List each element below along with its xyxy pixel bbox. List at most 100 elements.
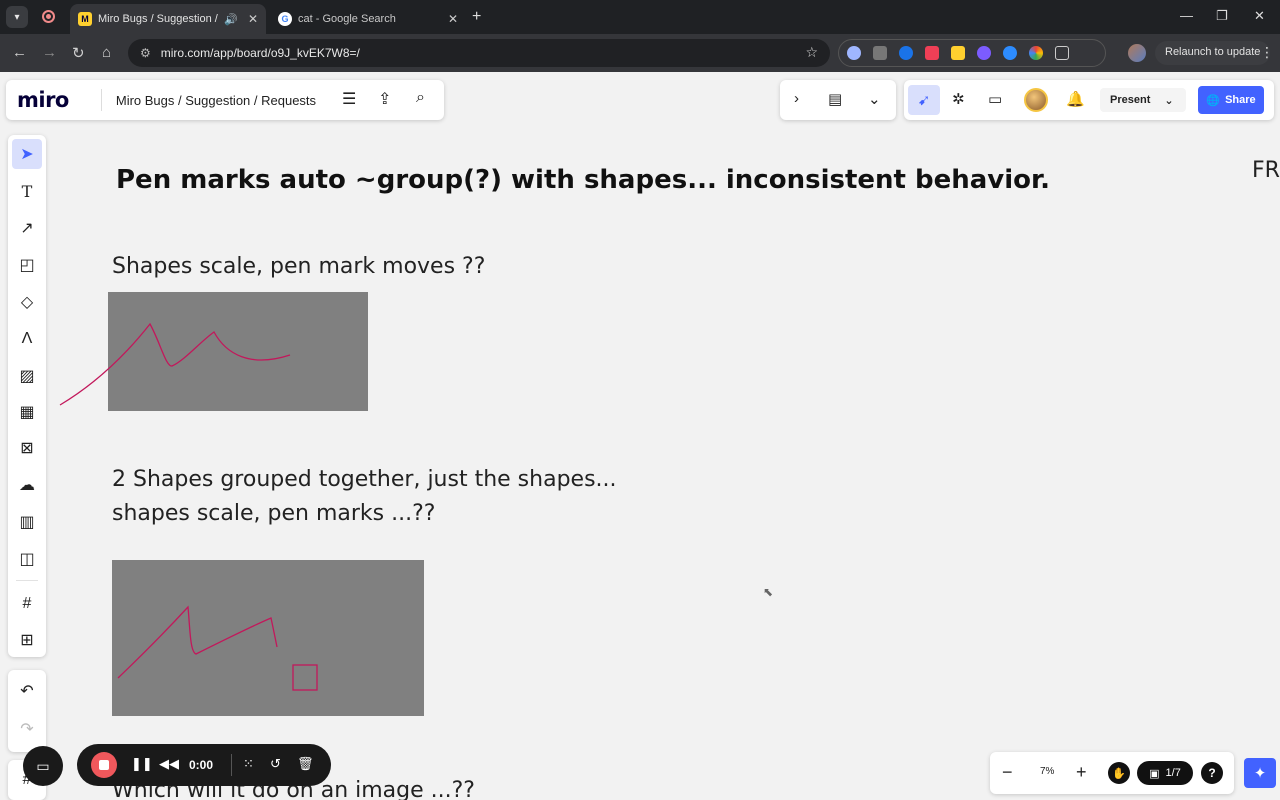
zoom-controls-panel: − 7% + ✋ ▣ 1/7 ? bbox=[990, 752, 1234, 794]
extension-6-icon[interactable] bbox=[977, 46, 991, 60]
color-extension-icon[interactable] bbox=[1029, 46, 1043, 60]
new-tab-button[interactable]: + bbox=[472, 8, 481, 26]
main-menu-icon[interactable]: ☰ bbox=[342, 89, 356, 109]
board-header-panel: miro Miro Bugs / Suggestion / Requests ☰… bbox=[6, 80, 444, 120]
tab-miro-board[interactable]: M Miro Bugs / Suggestion / Requests 🔊 ✕ bbox=[70, 4, 266, 34]
google-favicon-icon: G bbox=[278, 12, 292, 26]
screen-recorder-bar: ❚❚ ◀◀ 0:00 ⁙ ↺ 🗑 bbox=[77, 744, 331, 786]
zoom-level[interactable]: 7% bbox=[1040, 766, 1054, 777]
extension-2-icon[interactable] bbox=[873, 46, 887, 60]
miro-favicon-icon: M bbox=[78, 12, 92, 26]
frame-tool-icon[interactable]: # bbox=[12, 589, 42, 619]
restore-icon[interactable]: ❐ bbox=[1216, 8, 1228, 24]
shapes-icon[interactable]: ◇ bbox=[12, 287, 42, 317]
frame-x-icon[interactable]: ⊠ bbox=[12, 433, 42, 463]
camera-toggle-button[interactable]: ▭ bbox=[23, 746, 63, 786]
trash-icon[interactable]: 🗑 bbox=[297, 756, 314, 772]
profile-avatar[interactable] bbox=[1128, 44, 1146, 62]
pause-icon[interactable]: ❚❚ bbox=[131, 756, 153, 772]
gift-icon: ▣ bbox=[1149, 767, 1160, 780]
browser-address-bar: ← → ↻ ⌂ ⚙ miro.com/app/board/o9J_kvEK7W8… bbox=[0, 34, 1280, 72]
pages-count: 1/7 bbox=[1165, 767, 1181, 779]
close-tab-icon[interactable]: ✕ bbox=[448, 12, 458, 26]
site-info-icon[interactable]: ⚙ bbox=[140, 46, 151, 60]
ai-assistant-sparkle-icon[interactable]: ✦ bbox=[1244, 758, 1276, 788]
restart-icon[interactable]: ↺ bbox=[270, 756, 281, 772]
undo-icon[interactable]: ↶ bbox=[12, 676, 42, 706]
pocket-icon[interactable] bbox=[925, 46, 939, 60]
sticky-note-icon[interactable]: ◰ bbox=[12, 250, 42, 280]
notes-icon[interactable]: ▤ bbox=[828, 90, 842, 108]
miro-board-canvas[interactable]: Pen marks auto ~group(?) with shapes... … bbox=[0, 72, 1280, 800]
table-icon[interactable]: ▦ bbox=[12, 397, 42, 427]
hand-pan-icon[interactable]: ✋ bbox=[1108, 762, 1130, 784]
chevron-right-icon[interactable]: › bbox=[794, 90, 799, 107]
pen-mark-2[interactable] bbox=[117, 605, 278, 679]
relaunch-button[interactable]: Relaunch to update bbox=[1155, 41, 1271, 65]
upload-image-icon[interactable]: ▨ bbox=[12, 361, 42, 391]
templates-icon[interactable]: ◫ bbox=[12, 544, 42, 574]
search-icon[interactable]: ⌕ bbox=[416, 89, 425, 107]
share-button[interactable]: 🌐 Share bbox=[1198, 86, 1264, 114]
bookmark-star-icon[interactable]: ☆ bbox=[805, 44, 818, 61]
redo-icon[interactable]: ↷ bbox=[12, 714, 42, 744]
back-icon[interactable]: ← bbox=[12, 44, 27, 61]
export-upload-icon[interactable]: ⇪ bbox=[378, 89, 391, 109]
mind-map-icon[interactable]: ☁ bbox=[12, 470, 42, 500]
url-input[interactable]: ⚙ miro.com/app/board/o9J_kvEK7W8=/ ☆ bbox=[128, 39, 830, 67]
pen-tool-icon[interactable]: Λ bbox=[12, 324, 42, 354]
close-window-icon[interactable]: ✕ bbox=[1254, 8, 1265, 24]
globe-icon: 🌐 bbox=[1206, 94, 1221, 107]
reactions-icon[interactable]: ✲ bbox=[952, 90, 965, 108]
help-button[interactable]: ? bbox=[1201, 762, 1223, 784]
minimize-icon[interactable]: — bbox=[1180, 8, 1193, 23]
select-tool-icon[interactable]: ➤ bbox=[12, 139, 42, 169]
text-tool-icon[interactable]: T bbox=[12, 176, 42, 206]
recording-indicator-icon bbox=[42, 10, 55, 23]
home-icon[interactable]: ⌂ bbox=[102, 44, 111, 61]
zoom-out-icon[interactable]: − bbox=[1002, 762, 1013, 783]
tab-search-menu-button[interactable]: ▾ bbox=[6, 6, 28, 28]
double-chevron-down-icon[interactable]: ⌄ bbox=[868, 90, 881, 108]
pen-mark-1[interactable] bbox=[59, 322, 291, 406]
pen-marks-layer bbox=[59, 322, 318, 691]
close-tab-icon[interactable]: ✕ bbox=[248, 12, 258, 26]
stop-recording-button[interactable] bbox=[91, 752, 117, 778]
extension-1-icon[interactable] bbox=[847, 46, 861, 60]
zoom-in-icon[interactable]: + bbox=[1076, 762, 1087, 783]
mouse-cursor-icon: ⬉ bbox=[763, 585, 774, 599]
recorder-divider bbox=[231, 754, 232, 776]
header-divider bbox=[100, 89, 102, 111]
comments-icon[interactable]: ▭ bbox=[988, 90, 1002, 108]
speaker-icon[interactable]: 🔊 bbox=[224, 13, 238, 26]
pages-button[interactable]: ▣ 1/7 bbox=[1137, 761, 1193, 785]
browser-menu-icon[interactable]: ⋮ bbox=[1260, 44, 1274, 61]
kanban-icon[interactable]: ▥ bbox=[12, 507, 42, 537]
extensions-puzzle-icon[interactable] bbox=[1055, 46, 1069, 60]
zoom-extension-icon[interactable] bbox=[1003, 46, 1017, 60]
collaboration-panel: ➹ ✲ ▭ 🔔 Present ⌄ 🌐 Share bbox=[904, 80, 1274, 120]
rewind-icon[interactable]: ◀◀ bbox=[159, 756, 179, 772]
tab-title: cat - Google Search bbox=[298, 13, 396, 25]
toolbar-divider bbox=[16, 580, 38, 581]
grid-icon[interactable]: ⁙ bbox=[243, 756, 254, 772]
select-cursor-icon[interactable]: ➹ bbox=[908, 85, 940, 115]
reload-icon[interactable]: ↻ bbox=[72, 44, 85, 62]
connection-line-icon[interactable]: ↗ bbox=[12, 213, 42, 243]
notifications-bell-icon[interactable]: 🔔 bbox=[1066, 90, 1085, 108]
present-button[interactable]: Present ⌄ bbox=[1100, 88, 1186, 112]
extension-3-icon[interactable] bbox=[899, 46, 913, 60]
user-avatar[interactable] bbox=[1024, 88, 1048, 112]
recording-timer: 0:00 bbox=[189, 758, 214, 772]
creation-toolbar: ➤ T ↗ ◰ ◇ Λ ▨ ▦ ⊠ ☁ ▥ ◫ # ⊞ bbox=[8, 135, 46, 657]
miro-logo[interactable]: miro bbox=[17, 88, 69, 112]
tab-google-search[interactable]: G cat - Google Search ✕ bbox=[270, 4, 466, 34]
tab-title: Miro Bugs / Suggestion / Requests bbox=[98, 13, 218, 25]
pen-square-mark[interactable] bbox=[292, 664, 318, 691]
forward-icon[interactable]: → bbox=[42, 44, 57, 61]
extensions-group bbox=[838, 39, 1106, 67]
board-title[interactable]: Miro Bugs / Suggestion / Requests bbox=[116, 93, 316, 108]
more-apps-icon[interactable]: ⊞ bbox=[12, 625, 42, 655]
miro-extension-icon[interactable] bbox=[951, 46, 965, 60]
chevron-down-icon[interactable]: ⌄ bbox=[1164, 94, 1173, 107]
